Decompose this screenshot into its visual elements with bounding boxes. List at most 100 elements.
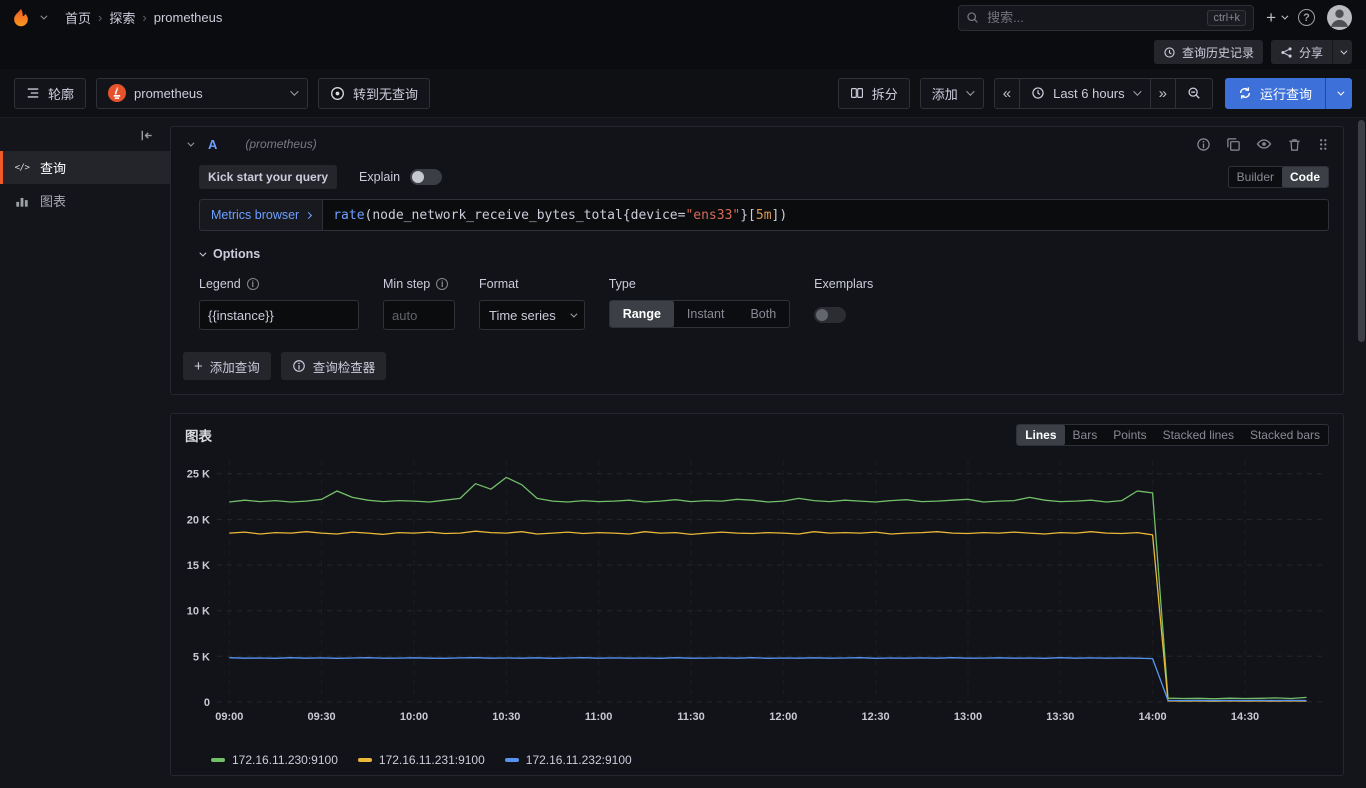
svg-text:14:00: 14:00 <box>1139 711 1167 723</box>
breadcrumb-datasource[interactable]: prometheus <box>154 10 223 25</box>
type-field: Type Range Instant Both <box>608 277 791 328</box>
user-avatar[interactable] <box>1327 5 1352 30</box>
info-icon: i <box>436 278 449 290</box>
sidebar-item-graph[interactable]: 图表 <box>0 184 170 217</box>
search-box[interactable]: ctrl+k <box>958 4 1255 31</box>
duplicate-query-icon[interactable] <box>1226 137 1241 152</box>
promql-expression-input[interactable]: rate (node_network_receive_bytes_total{de… <box>322 199 1329 231</box>
history-icon <box>1164 46 1175 58</box>
search-input[interactable] <box>987 10 1200 25</box>
options-collapse-header[interactable]: Options <box>199 247 1329 261</box>
breadcrumb-separator-icon: › <box>142 10 147 25</box>
query-help-icon[interactable] <box>1196 137 1211 152</box>
add-dropdown-button[interactable]: 添加 <box>919 77 984 109</box>
query-history-button[interactable]: 查询历史记录 <box>1153 40 1263 64</box>
viz-option-lines[interactable]: Lines <box>1017 425 1065 445</box>
time-shift-forward-button[interactable]: » <box>1149 77 1176 109</box>
datasource-picker[interactable]: prometheus <box>96 77 309 109</box>
share-options-caret-button[interactable] <box>1332 40 1352 64</box>
min-step-input[interactable] <box>383 300 455 330</box>
split-button[interactable]: 拆分 <box>837 77 910 109</box>
time-shift-back-button[interactable]: « <box>993 77 1021 109</box>
svg-text:09:30: 09:30 <box>308 711 336 723</box>
time-picker-group: « Last 6 hours » <box>993 77 1213 109</box>
query-editor-footer: + 添加查询 查询检查器 <box>171 330 1343 394</box>
metrics-browser-button[interactable]: Metrics browser <box>199 199 324 231</box>
viz-option-stacked-lines[interactable]: Stacked lines <box>1155 425 1242 445</box>
org-switcher-caret-icon[interactable] <box>40 12 48 20</box>
secondary-actions-bar: 查询历史记录 分享 <box>0 35 1366 69</box>
svg-text:0: 0 <box>204 697 210 709</box>
viz-option-points[interactable]: Points <box>1105 425 1154 445</box>
query-inspector-button[interactable]: 查询检查器 <box>280 352 387 380</box>
type-option-range[interactable]: Range <box>609 301 674 327</box>
scrollbar-thumb[interactable] <box>1358 120 1365 342</box>
plus-icon: + <box>194 357 203 375</box>
legend-input[interactable] <box>199 300 359 330</box>
legend-field: Legend i <box>199 277 359 330</box>
add-query-button[interactable]: + 添加查询 <box>183 352 271 380</box>
legend-item[interactable]: 172.16.11.231:9100 <box>357 753 485 767</box>
visualization-selector: Lines Bars Points Stacked lines Stacked … <box>1016 424 1329 446</box>
exemplars-toggle[interactable] <box>814 307 847 323</box>
time-series-chart[interactable]: 09:00 09:30 10:00 10:30 11:00 11:30 12:00 12:30… <box>181 450 1331 746</box>
zoom-out-button[interactable] <box>1174 77 1213 109</box>
sidebar-item-queries[interactable]: </> 查询 <box>0 151 170 184</box>
viz-option-bars[interactable]: Bars <box>1065 425 1106 445</box>
type-option-instant[interactable]: Instant <box>674 301 738 327</box>
query-options-section: Options Legendi Min stepi Format <box>199 231 1329 330</box>
explore-toolbar: 轮廓 prometheus 转到无查询 拆分 添加 « Last 6 hours <box>0 69 1366 118</box>
code-brackets-icon: </> <box>14 162 30 173</box>
share-button[interactable]: 分享 <box>1270 40 1332 64</box>
breadcrumb-explore[interactable]: 探索 <box>109 8 135 27</box>
sync-icon <box>1239 87 1251 99</box>
outline-button[interactable]: 轮廓 <box>14 77 87 109</box>
bar-chart-icon <box>14 194 30 208</box>
query-type-selector: Range Instant Both <box>608 300 791 328</box>
collapse-pane-icon <box>141 130 152 141</box>
help-icon[interactable]: ? <box>1298 9 1315 26</box>
explain-label: Explain <box>359 170 401 184</box>
drag-handle-icon[interactable] <box>1317 137 1329 152</box>
queryless-button[interactable]: 转到无查询 <box>318 77 431 109</box>
svg-text:13:00: 13:00 <box>954 711 982 723</box>
content-outline-sidebar: </> 查询 图表 <box>0 118 170 788</box>
svg-text:12:00: 12:00 <box>769 711 797 723</box>
svg-text:14:30: 14:30 <box>1231 711 1259 723</box>
legend-item[interactable]: 172.16.11.232:9100 <box>504 753 632 767</box>
legend-item[interactable]: 172.16.11.230:9100 <box>211 753 338 767</box>
kick-start-query-button[interactable]: Kick start your query <box>199 165 338 189</box>
toggle-visibility-icon[interactable] <box>1256 136 1272 152</box>
format-select[interactable]: Time series <box>479 300 585 330</box>
editor-mode-selector: Builder Code <box>1227 166 1329 188</box>
svg-text:10 K: 10 K <box>187 606 210 618</box>
run-query-button[interactable]: 运行查询 <box>1224 77 1325 109</box>
svg-text:12:30: 12:30 <box>862 711 890 723</box>
mode-option-code[interactable]: Code <box>1282 167 1328 187</box>
query-editor-toolbar: Kick start your query Explain Builder Co… <box>199 163 1329 199</box>
collapse-query-caret-icon[interactable] <box>187 139 195 147</box>
svg-text:11:30: 11:30 <box>677 711 705 723</box>
breadcrumb-home[interactable]: 首页 <box>65 8 91 27</box>
type-option-both[interactable]: Both <box>737 301 789 327</box>
viz-option-stacked-bars[interactable]: Stacked bars <box>1242 425 1328 445</box>
collapse-outline-button[interactable] <box>139 128 154 143</box>
chevron-right-icon <box>305 211 313 219</box>
query-expression-row: Metrics browser rate (node_network_receiv… <box>199 199 1329 231</box>
grafana-logo-icon[interactable] <box>10 7 32 29</box>
split-view-icon <box>850 88 863 98</box>
remove-query-icon[interactable] <box>1287 137 1302 152</box>
graph-panel: 图表 Lines Bars Points Stacked lines Stack… <box>170 413 1344 776</box>
explore-content: </> 查询 图表 A (prometheus) Kick start your… <box>0 118 1366 788</box>
clock-icon <box>1032 87 1044 99</box>
new-menu-button[interactable]: + <box>1266 8 1289 28</box>
query-editor-panel: A (prometheus) Kick start your query Exp… <box>170 126 1344 395</box>
explain-toggle[interactable] <box>410 169 443 185</box>
time-range-picker[interactable]: Last 6 hours <box>1019 77 1151 109</box>
prometheus-icon <box>108 84 127 102</box>
queryless-icon <box>331 86 344 100</box>
mode-option-builder[interactable]: Builder <box>1229 167 1282 187</box>
run-query-caret-button[interactable] <box>1325 77 1352 109</box>
chevron-down-icon <box>1132 87 1142 96</box>
exemplars-field: Exemplars <box>814 277 873 326</box>
